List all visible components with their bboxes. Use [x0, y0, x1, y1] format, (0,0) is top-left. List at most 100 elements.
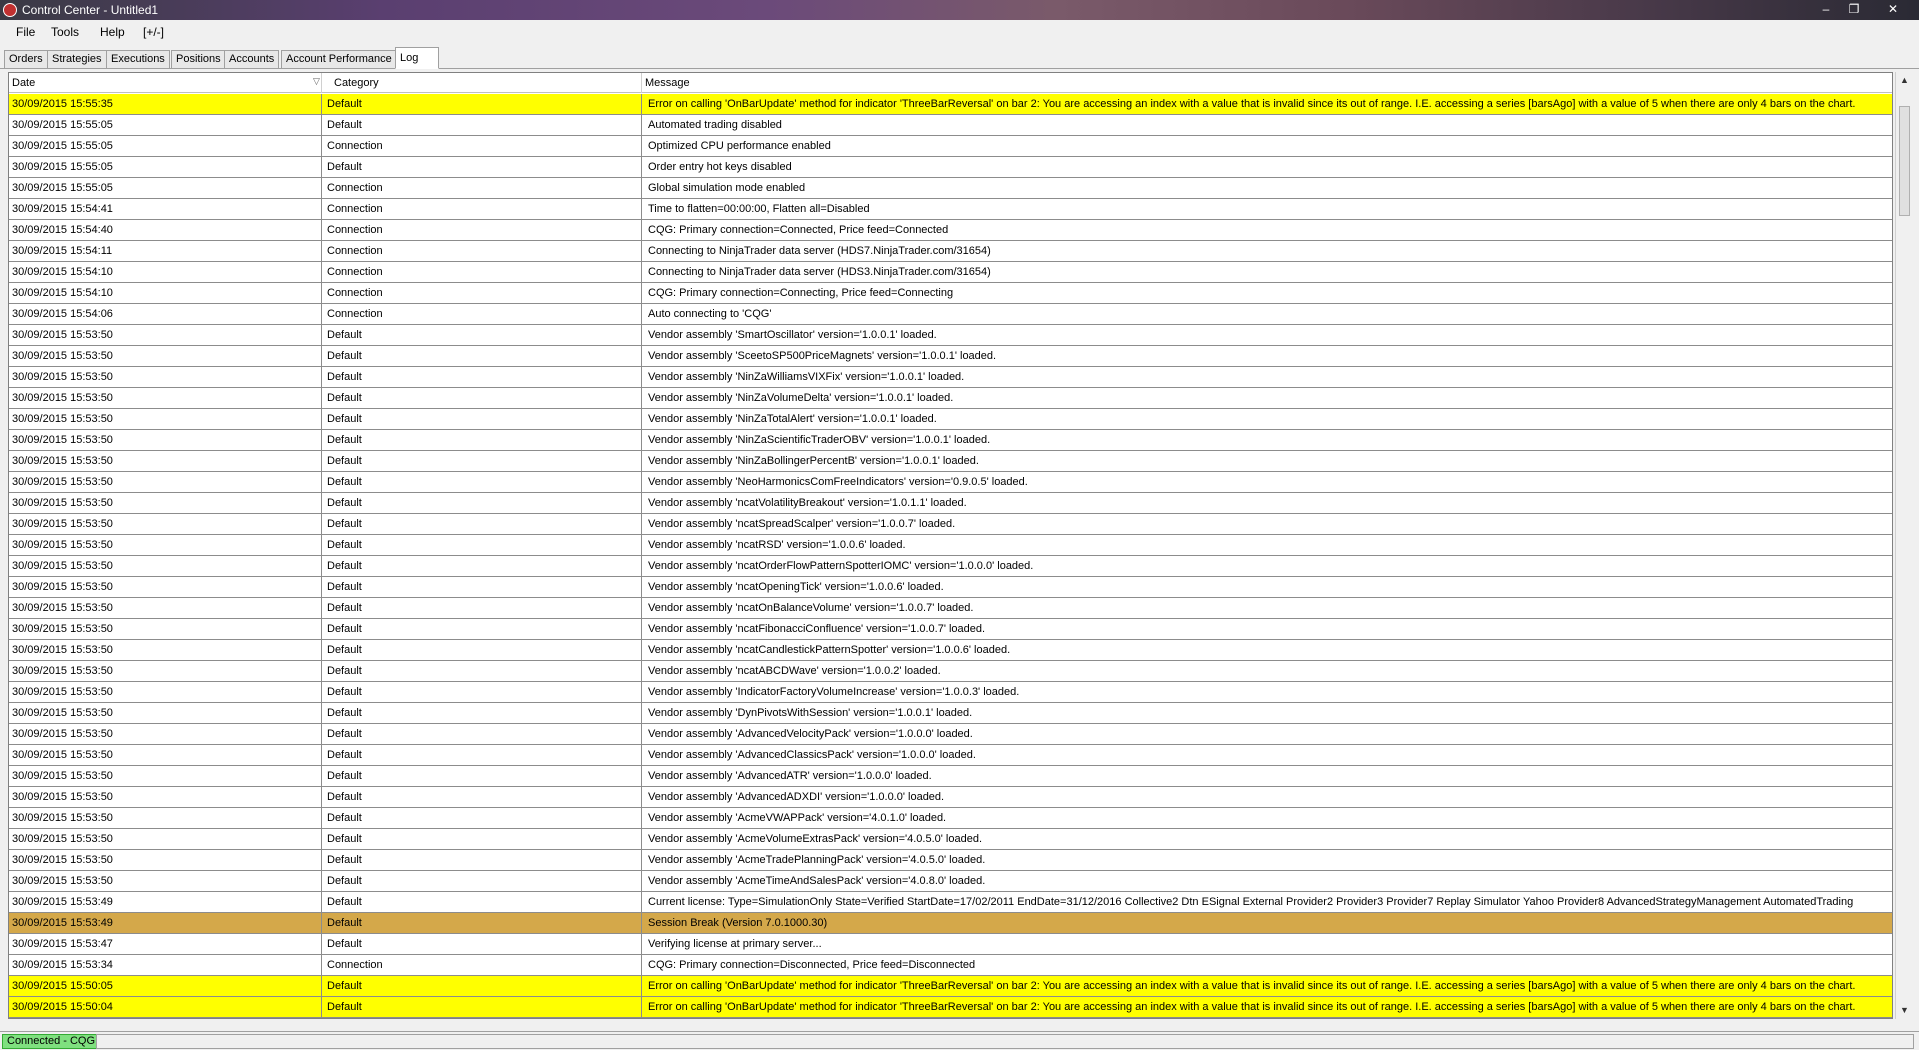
table-row[interactable]: 30/09/2015 15:53:50 Default Vendor assembl… [9, 682, 1892, 703]
cell-category: Default [322, 682, 642, 702]
cell-date: 30/09/2015 15:53:50 [9, 850, 322, 870]
table-row[interactable]: 30/09/2015 15:53:50 Default Vendor assembl… [9, 619, 1892, 640]
connection-status: Connected - CQG [2, 1034, 101, 1049]
cell-category: Default [322, 535, 642, 555]
table-row[interactable]: 30/09/2015 15:53:49 Default Session Break … [9, 913, 1892, 934]
table-row[interactable]: 30/09/2015 15:54:40 Connection CQG: Primar… [9, 220, 1892, 241]
tab-log[interactable]: Log [395, 47, 439, 69]
table-row[interactable]: 30/09/2015 15:53:50 Default Vendor assembl… [9, 535, 1892, 556]
table-row[interactable]: 30/09/2015 15:53:50 Default Vendor assembl… [9, 745, 1892, 766]
table-row[interactable]: 30/09/2015 15:55:35 Default Error on calli… [9, 94, 1892, 115]
table-row[interactable]: 30/09/2015 15:53:50 Default Vendor assembl… [9, 556, 1892, 577]
column-header-date[interactable]: Date [9, 73, 322, 93]
table-row[interactable]: 30/09/2015 15:53:50 Default Vendor assembl… [9, 829, 1892, 850]
cell-date: 30/09/2015 15:53:50 [9, 535, 322, 555]
cell-message: Verifying license at primary server... [648, 938, 822, 950]
table-row[interactable]: 30/09/2015 15:53:50 Default Vendor assembl… [9, 472, 1892, 493]
table-row[interactable]: 30/09/2015 15:54:10 Connection Connecting … [9, 262, 1892, 283]
cell-date: 30/09/2015 15:55:05 [9, 157, 322, 177]
cell-message: Vendor assembly 'NinZaWilliamsVIXFix' ve… [648, 371, 965, 383]
cell-category: Default [322, 451, 642, 471]
table-row[interactable]: 30/09/2015 15:53:50 Default Vendor assembl… [9, 871, 1892, 892]
tab-orders[interactable]: Orders [4, 50, 48, 68]
scroll-up-icon[interactable]: ▲ [1896, 72, 1913, 89]
table-row[interactable]: 30/09/2015 15:55:05 Connection Global simu… [9, 178, 1892, 199]
cell-message: Vendor assembly 'AdvancedATR' version='1… [648, 770, 932, 782]
cell-category: Default [322, 367, 642, 387]
cell-message: CQG: Primary connection=Disconnected, Pr… [648, 959, 976, 971]
table-row[interactable]: 30/09/2015 15:54:11 Connection Connecting … [9, 241, 1892, 262]
cell-date: 30/09/2015 15:53:34 [9, 955, 322, 975]
cell-date: 30/09/2015 15:53:50 [9, 745, 322, 765]
tab-positions[interactable]: Positions [171, 50, 226, 68]
cell-category: Default [322, 430, 642, 450]
menu-plusminus[interactable]: [+/-] [143, 25, 164, 39]
table-row[interactable]: 30/09/2015 15:53:50 Default Vendor assembl… [9, 514, 1892, 535]
table-row[interactable]: 30/09/2015 15:53:50 Default Vendor assembl… [9, 325, 1892, 346]
table-row[interactable]: 30/09/2015 15:53:50 Default Vendor assembl… [9, 661, 1892, 682]
cell-message: Time to flatten=00:00:00, Flatten all=Di… [648, 203, 870, 215]
tab-strategies[interactable]: Strategies [47, 50, 107, 68]
table-row[interactable]: 30/09/2015 15:54:41 Connection Time to fla… [9, 199, 1892, 220]
cell-date: 30/09/2015 15:54:41 [9, 199, 322, 219]
table-row[interactable]: 30/09/2015 15:53:50 Default Vendor assembl… [9, 808, 1892, 829]
column-header-message[interactable]: Message [642, 73, 1892, 93]
table-row[interactable]: 30/09/2015 15:53:50 Default Vendor assembl… [9, 367, 1892, 388]
menu-tools[interactable]: Tools [51, 25, 79, 39]
table-row[interactable]: 30/09/2015 15:55:05 Default Automated trad… [9, 115, 1892, 136]
cell-message: Vendor assembly 'ncatOpeningTick' versio… [648, 581, 944, 593]
scroll-down-icon[interactable]: ▼ [1896, 1002, 1913, 1019]
table-row[interactable]: 30/09/2015 15:53:50 Default Vendor assembl… [9, 640, 1892, 661]
table-row[interactable]: 30/09/2015 15:53:50 Default Vendor assembl… [9, 388, 1892, 409]
table-row[interactable]: 30/09/2015 15:55:05 Default Order entry ho… [9, 157, 1892, 178]
cell-date: 30/09/2015 15:53:50 [9, 367, 322, 387]
scroll-thumb[interactable] [1899, 106, 1910, 216]
table-row[interactable]: 30/09/2015 15:53:50 Default Vendor assembl… [9, 346, 1892, 367]
table-row[interactable]: 30/09/2015 15:53:50 Default Vendor assembl… [9, 787, 1892, 808]
cell-message: Error on calling 'OnBarUpdate' method fo… [648, 98, 1856, 110]
table-row[interactable]: 30/09/2015 15:53:34 Connection CQG: Primar… [9, 955, 1892, 976]
cell-date: 30/09/2015 15:54:06 [9, 304, 322, 324]
grid-rows: 30/09/2015 15:55:35 Default Error on calli… [9, 94, 1892, 1018]
restore-button[interactable]: ❐ [1841, 0, 1867, 18]
cell-message: Vendor assembly 'DynPivotsWithSession' v… [648, 707, 973, 719]
cell-date: 30/09/2015 15:53:50 [9, 493, 322, 513]
minimize-button[interactable]: ‒ [1813, 0, 1839, 18]
menu-help[interactable]: Help [100, 25, 125, 39]
tab-executions[interactable]: Executions [106, 50, 170, 68]
table-row[interactable]: 30/09/2015 15:53:50 Default Vendor assembl… [9, 451, 1892, 472]
cell-message: Vendor assembly 'NinZaBollingerPercentB'… [648, 455, 979, 467]
table-row[interactable]: 30/09/2015 15:53:50 Default Vendor assembl… [9, 766, 1892, 787]
cell-category: Default [322, 472, 642, 492]
table-row[interactable]: 30/09/2015 15:53:50 Default Vendor assembl… [9, 493, 1892, 514]
table-row[interactable]: 30/09/2015 15:53:47 Default Verifying lice… [9, 934, 1892, 955]
cell-message: Automated trading disabled [648, 119, 782, 131]
table-row[interactable]: 30/09/2015 15:53:50 Default Vendor assembl… [9, 598, 1892, 619]
cell-message: Vendor assembly 'AcmeTradePlanningPack' … [648, 854, 986, 866]
table-row[interactable]: 30/09/2015 15:53:50 Default Vendor assembl… [9, 577, 1892, 598]
cell-message: Vendor assembly 'ncatFibonacciConfluence… [648, 623, 986, 635]
table-row[interactable]: 30/09/2015 15:53:50 Default Vendor assembl… [9, 724, 1892, 745]
cell-category: Default [322, 766, 642, 786]
table-row[interactable]: 30/09/2015 15:50:05 Default Error on calli… [9, 976, 1892, 997]
table-row[interactable]: 30/09/2015 15:53:50 Default Vendor assembl… [9, 850, 1892, 871]
cell-category: Default [322, 346, 642, 366]
table-row[interactable]: 30/09/2015 15:53:49 Default Current licens… [9, 892, 1892, 913]
table-row[interactable]: 30/09/2015 15:55:05 Connection Optimized C… [9, 136, 1892, 157]
table-row[interactable]: 30/09/2015 15:53:50 Default Vendor assembl… [9, 430, 1892, 451]
table-row[interactable]: 30/09/2015 15:53:50 Default Vendor assembl… [9, 409, 1892, 430]
menu-file[interactable]: File [16, 25, 35, 39]
tab-account-performance[interactable]: Account Performance [281, 50, 397, 68]
vertical-scrollbar[interactable]: ▲ ▼ [1895, 72, 1912, 1019]
table-row[interactable]: 30/09/2015 15:54:10 Connection CQG: Primar… [9, 283, 1892, 304]
cell-date: 30/09/2015 15:54:40 [9, 220, 322, 240]
cell-category: Default [322, 787, 642, 807]
column-header-category[interactable]: Category [322, 73, 642, 93]
table-row[interactable]: 30/09/2015 15:50:04 Default Error on calli… [9, 997, 1892, 1018]
tab-accounts[interactable]: Accounts [224, 50, 280, 68]
close-button[interactable]: ✕ [1880, 0, 1906, 18]
table-row[interactable]: 30/09/2015 15:54:06 Connection Auto connec… [9, 304, 1892, 325]
table-row[interactable]: 30/09/2015 15:53:50 Default Vendor assembl… [9, 703, 1892, 724]
cell-date: 30/09/2015 15:50:05 [9, 976, 322, 996]
cell-category: Default [322, 409, 642, 429]
